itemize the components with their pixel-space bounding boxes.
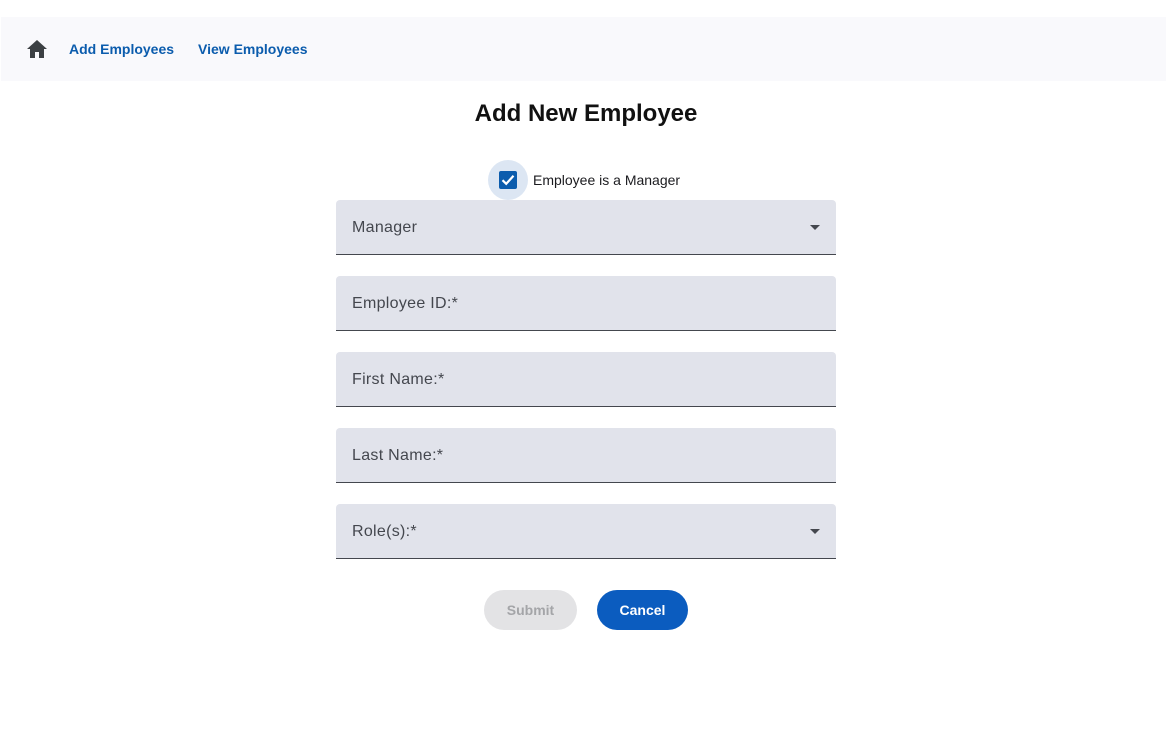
manager-select[interactable]: Manager	[336, 200, 836, 255]
manager-select-label: Manager	[352, 219, 418, 236]
nav-link-view-employees[interactable]: View Employees	[198, 41, 307, 57]
last-name-field[interactable]: Last Name:*	[336, 428, 836, 483]
first-name-field[interactable]: First Name:*	[336, 352, 836, 407]
employee-id-label: Employee ID:*	[352, 295, 459, 312]
dropdown-arrow-icon	[810, 225, 820, 230]
checkmark-icon	[501, 175, 515, 186]
roles-select[interactable]: Role(s):*	[336, 504, 836, 559]
last-name-label: Last Name:*	[352, 447, 444, 464]
home-icon-glyph	[27, 40, 47, 58]
dropdown-arrow-icon	[810, 529, 820, 534]
manager-checkbox-row: Employee is a Manager	[488, 160, 680, 200]
manager-checkbox-label: Employee is a Manager	[533, 172, 681, 188]
checkbox-checked-icon	[499, 171, 517, 189]
home-icon[interactable]	[25, 37, 49, 61]
first-name-label: First Name:*	[352, 371, 445, 388]
submit-button[interactable]: Submit	[484, 590, 577, 630]
cancel-button[interactable]: Cancel	[597, 590, 688, 630]
nav-link-add-employees[interactable]: Add Employees	[69, 41, 174, 57]
top-nav-bar: Add Employees View Employees	[1, 17, 1166, 81]
employee-id-field[interactable]: Employee ID:*	[336, 276, 836, 331]
manager-checkbox[interactable]	[488, 160, 528, 200]
roles-select-label: Role(s):*	[352, 523, 417, 540]
page-title: Add New Employee	[474, 100, 698, 127]
